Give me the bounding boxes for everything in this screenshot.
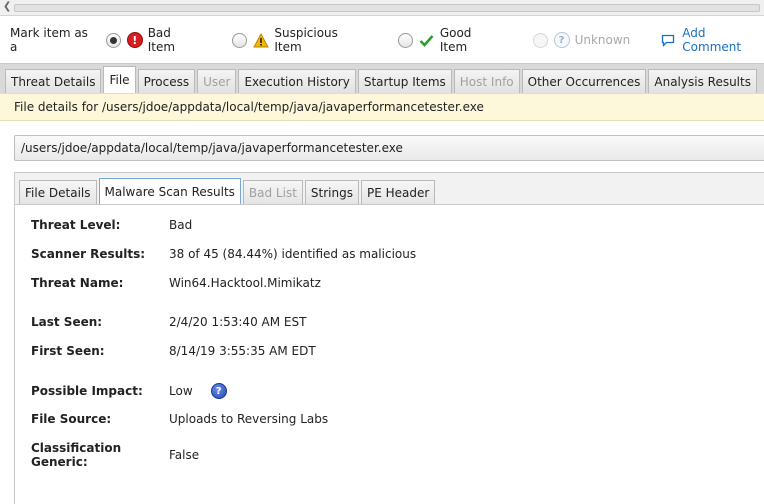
bad-item-radio[interactable]: [105, 32, 121, 48]
tab-strings[interactable]: Strings: [304, 180, 359, 204]
file-source-label: File Source:: [31, 412, 112, 426]
tab-threat-details[interactable]: Threat Details: [5, 69, 102, 93]
scroll-left-icon[interactable]: ❮: [3, 1, 11, 12]
error-icon: !: [126, 32, 143, 48]
scanner-results-row: Scanner Results: 38 of 45 (84.44%) ident…: [31, 247, 416, 261]
scanner-results-value: 38 of 45 (84.44%) identified as maliciou…: [169, 247, 417, 261]
classification-generic-label: Classification Generic:: [31, 441, 122, 469]
unknown-radio: [532, 32, 548, 48]
possible-impact-label: Possible Impact:: [31, 384, 143, 398]
tab-host-info: Host Info: [453, 69, 520, 93]
horizontal-scrollbar[interactable]: ❮: [0, 0, 764, 16]
good-item-label: Good Item: [439, 26, 472, 54]
possible-impact-row: Possible Impact: Low ?: [31, 383, 227, 399]
main-tab-bar: Threat Details File Process User Executi…: [0, 63, 764, 93]
good-item-radio[interactable]: [397, 32, 413, 48]
tab-file[interactable]: File: [103, 66, 136, 93]
threat-name-row: Threat Name: Win64.Hacktool.Mimikatz: [31, 276, 321, 290]
threat-level-value: Bad: [169, 218, 193, 232]
tab-analysis-results[interactable]: Analysis Results: [648, 69, 757, 93]
scrollbar-track[interactable]: [14, 4, 760, 12]
threat-level-label: Threat Level:: [31, 218, 121, 232]
suspicious-item-label: Suspicious Item: [274, 26, 338, 54]
help-icon[interactable]: ?: [210, 383, 227, 399]
first-seen-label: First Seen:: [31, 344, 105, 358]
first-seen-value: 8/14/19 3:55:35 AM EDT: [169, 344, 316, 358]
possible-impact-value-wrap: Low ?: [169, 383, 227, 399]
tab-bad-list: Bad List: [242, 180, 303, 204]
comment-icon: [660, 32, 676, 48]
tab-malware-scan-results[interactable]: Malware Scan Results: [98, 178, 241, 204]
first-seen-row: First Seen: 8/14/19 3:55:35 AM EDT: [31, 344, 316, 358]
question-icon: ?: [553, 32, 570, 48]
warning-icon: [253, 32, 270, 48]
scanner-results-label: Scanner Results:: [31, 247, 146, 261]
tab-other-occurrences[interactable]: Other Occurrences: [521, 69, 647, 93]
last-seen-label: Last Seen:: [31, 315, 103, 329]
suspicious-item-option[interactable]: Suspicious Item: [232, 26, 363, 54]
mark-item-toolbar: Mark item as a ! Bad Item Suspicious Ite…: [0, 17, 764, 63]
mark-item-label: Mark item as a: [10, 26, 88, 54]
unknown-option: ? Unknown: [532, 32, 631, 48]
file-details-panel: File Details Malware Scan Results Bad Li…: [14, 172, 764, 504]
possible-impact-value: Low: [169, 384, 193, 398]
checkmark-icon: [419, 32, 435, 48]
suspicious-item-radio[interactable]: [232, 32, 248, 48]
file-source-value: Uploads to Reversing Labs: [169, 412, 329, 426]
threat-name-value: Win64.Hacktool.Mimikatz: [169, 276, 321, 290]
unknown-label: Unknown: [574, 33, 631, 47]
bad-item-label: Bad Item: [147, 26, 176, 54]
good-item-option[interactable]: Good Item: [397, 26, 499, 54]
add-comment-link[interactable]: Add Comment: [660, 26, 764, 54]
file-sub-tab-bar: File Details Malware Scan Results Bad Li…: [15, 173, 764, 205]
last-seen-value: 2/4/20 1:53:40 AM EST: [169, 315, 307, 329]
last-seen-row: Last Seen: 2/4/20 1:53:40 AM EST: [31, 315, 306, 329]
tab-startup-items[interactable]: Startup Items: [357, 69, 452, 93]
malware-scan-results-content: Threat Level: Bad Scanner Results: 38 of…: [15, 205, 764, 504]
file-details-banner: File details for /users/jdoe/appdata/loc…: [0, 93, 764, 121]
classification-generic-value: False: [169, 448, 200, 462]
file-source-row: File Source: Uploads to Reversing Labs: [31, 412, 328, 426]
bad-item-option[interactable]: ! Bad Item: [105, 26, 199, 54]
add-comment-label[interactable]: Add Comment: [682, 26, 764, 54]
threat-name-label: Threat Name:: [31, 276, 124, 290]
tab-execution-history[interactable]: Execution History: [238, 69, 356, 93]
tab-process[interactable]: Process: [137, 69, 196, 93]
classification-generic-row: Classification Generic: False: [31, 441, 199, 469]
threat-level-row: Threat Level: Bad: [31, 218, 192, 232]
tab-user: User: [197, 69, 237, 93]
tab-pe-header[interactable]: PE Header: [360, 180, 436, 204]
file-path-field[interactable]: /users/jdoe/appdata/local/temp/java/java…: [14, 135, 764, 161]
tab-file-details[interactable]: File Details: [19, 180, 97, 204]
